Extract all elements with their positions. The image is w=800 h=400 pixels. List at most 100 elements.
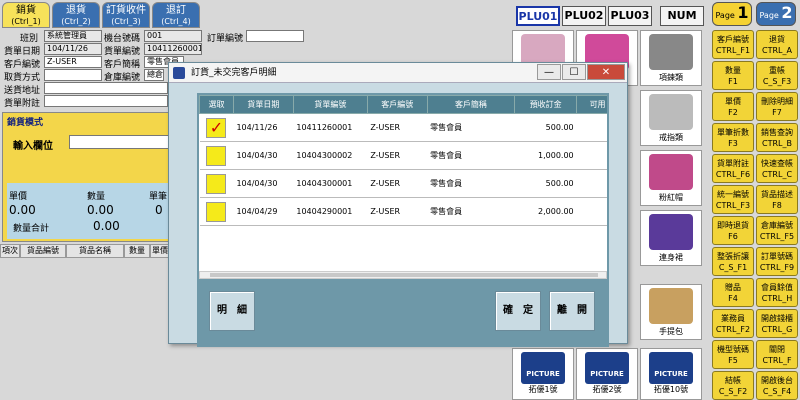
select-cell [199,169,234,198]
plu-tab-02[interactable]: PLU02 [562,6,606,26]
close-icon[interactable]: ✕ [587,64,625,80]
plu-tab-03[interactable]: PLU03 [608,6,652,26]
function-key-shortcut: CTRL_A [762,46,792,55]
tab-order-receive[interactable]: 訂貨收件 (Ctrl_3) [102,2,150,28]
function-key[interactable]: 貨單附註 CTRL_F6 [712,154,754,183]
row-cust-no: Z-USER [367,113,428,142]
pickup-field[interactable] [44,69,102,81]
plu-item-picture-1[interactable]: PICTURE 拓優1號 [512,348,574,400]
function-key-label: 倉庫編號 [761,221,793,230]
function-key-label: 貨單附註 [717,159,749,168]
plu-item-necklace[interactable]: 項鍊類 [640,30,702,86]
note-label: 貨單附註 [4,99,41,109]
order-row[interactable]: 104/04/30 10404300002 Z-USER 零售會員 1,000.00 [199,141,607,170]
tab-sales[interactable]: 銷貨 (Ctrl_1) [2,2,50,28]
page-label: Page [715,11,735,20]
function-key[interactable]: 開啟錢櫃 CTRL_G [756,309,798,338]
function-key[interactable]: 統一編號 CTRL_F3 [712,185,754,214]
plu-item-pink-cap[interactable]: 粉紅帽 [640,150,702,206]
function-key[interactable]: 數量 F1 [712,61,754,90]
necklace-icon [649,34,693,70]
detail-button[interactable]: 明 細 [209,291,255,331]
tab-cancel-order[interactable]: 退訂 (Ctrl_4) [152,2,200,28]
function-key[interactable]: 即時退貨 F6 [712,216,754,245]
leave-button[interactable]: 離 開 [549,291,595,331]
row-doc-no: 10404290001 [293,197,368,226]
order-dialog: 訂貨_未交完客戶明細 — ☐ ✕ 選取 貨單日期 貨單編號 客戶編號 客戶簡稱 … [168,62,628,347]
input-zone-field[interactable] [69,135,169,149]
horizontal-scrollbar[interactable] [199,271,607,279]
date-field[interactable]: 104/11/26 [44,43,102,55]
qty-label: 數量 [87,192,106,202]
picture-icon: PICTURE [585,352,629,384]
tab-return[interactable]: 退貨 (Ctrl_2) [52,2,100,28]
address-field[interactable] [44,82,168,94]
warehouse-field[interactable]: 總倉 [144,69,164,81]
qty-value: 0.00 [87,203,114,217]
function-key[interactable]: 刪除明細 F7 [756,92,798,121]
select-checkbox[interactable] [206,173,227,194]
page-1-button[interactable]: Page 1 [712,2,752,26]
maximize-icon[interactable]: ☐ [562,64,586,80]
qty-total-label: 數量合計 [13,224,50,234]
function-key-shortcut: C_S_F2 [718,387,748,396]
plu-item-handbag[interactable]: 手提包 [640,284,702,340]
doc-no-field[interactable]: 10411260001 [144,43,202,55]
minimize-icon[interactable]: — [537,64,561,80]
plu-tab-01[interactable]: PLU01 [516,6,560,26]
select-checkbox[interactable]: ✓ [206,117,227,138]
function-key[interactable]: 退貨 CTRL_A [756,30,798,59]
function-key[interactable]: 業務員 CTRL_F2 [712,309,754,338]
function-key[interactable]: 倉庫編號 CTRL_F5 [756,216,798,245]
function-key-label: 重帳 [769,66,785,75]
tab-shortcut: (Ctrl_3) [111,17,141,26]
function-key[interactable]: 結帳 C_S_F2 [712,371,754,400]
function-key[interactable]: 銷售查詢 CTRL_B [756,123,798,152]
function-key[interactable]: 重帳 C_S_F3 [756,61,798,90]
function-key[interactable]: 機型號碼 F5 [712,340,754,369]
function-key[interactable]: 會員餘值 CTRL_H [756,278,798,307]
num-tab[interactable]: NUM [660,6,704,26]
clerk-field[interactable]: 系統管理員 [44,30,102,42]
order-no-field[interactable] [246,30,304,42]
select-checkbox[interactable] [206,201,227,222]
scroll-thumb[interactable] [210,273,598,277]
order-row[interactable]: 104/04/30 10404300001 Z-USER 零售會員 500.00 [199,169,607,198]
clerk-label: 班別 [20,34,39,44]
plu-item-picture-3[interactable]: PICTURE 拓優10號 [640,348,702,400]
select-checkbox[interactable] [206,145,227,166]
note-field[interactable] [44,95,168,107]
order-row[interactable]: ✓ 104/11/26 10411260001 Z-USER 零售會員 500.00 [199,113,607,142]
row-doc-no: 10411260001 [293,113,368,142]
row-cust-name: 零售會員 [427,113,515,142]
function-key[interactable]: 關閉 CTRL_F [756,340,798,369]
row-available [576,169,607,198]
cust-name-label: 客戶簡稱 [104,60,141,70]
function-key[interactable]: 單筆折數 F3 [712,123,754,152]
machine-field[interactable]: 001 [144,30,202,42]
function-key-shortcut: CTRL_F [762,356,792,365]
function-key-shortcut: F1 [728,77,738,86]
row-cust-name: 零售會員 [427,141,515,170]
function-key-shortcut: CTRL_C [761,170,793,179]
plu-item-dress[interactable]: 連身裙 [640,210,702,266]
col-deposit: 預收訂金 [514,95,578,114]
page-2-button[interactable]: Page 2 [756,2,796,26]
function-key[interactable]: 客戶編號 CTRL_F1 [712,30,754,59]
function-key[interactable]: 訂單號碼 CTRL_F9 [756,247,798,276]
function-key[interactable]: 單價 F2 [712,92,754,121]
row-date: 104/04/30 [233,141,294,170]
row-deposit: 2,000.00 [514,197,577,226]
function-key[interactable]: 贈品 F4 [712,278,754,307]
col-date: 貨單日期 [232,95,294,114]
plu-item-picture-2[interactable]: PICTURE 拓優2號 [576,348,638,400]
cust-no-field[interactable]: Z-USER [44,56,102,68]
function-key[interactable]: 開啟後台 C_S_F4 [756,371,798,400]
function-key-label: 退貨 [769,35,785,44]
plu-item-ring[interactable]: 戒指類 [640,90,702,146]
function-key[interactable]: 快速查帳 CTRL_C [756,154,798,183]
order-row[interactable]: 104/04/29 10404290001 Z-USER 零售會員 2,000.00 [199,197,607,226]
function-key[interactable]: 貨品描述 F8 [756,185,798,214]
confirm-button[interactable]: 確 定 [495,291,541,331]
function-key[interactable]: 整張折讓 C_S_F1 [712,247,754,276]
